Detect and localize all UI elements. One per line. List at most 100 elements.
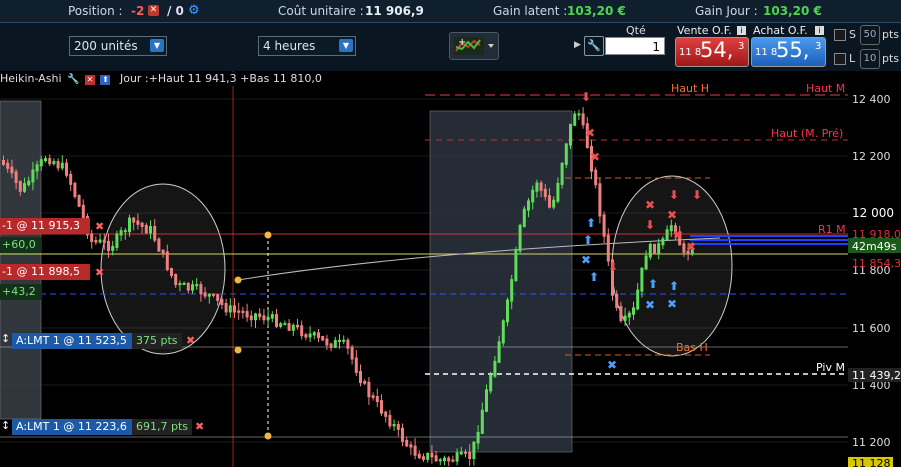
limit-points-input[interactable]: 10 [860, 49, 880, 69]
limit-checkbox[interactable] [834, 53, 846, 65]
candle-body [401, 427, 404, 442]
day-gain-label: Gain Jour : [695, 4, 758, 18]
svg-text:⬇: ⬇ [645, 218, 655, 232]
candle-body [157, 238, 161, 252]
svg-text:✖: ✖ [585, 126, 595, 140]
candle-body [262, 315, 266, 321]
candle-body [27, 180, 31, 186]
candle-body [224, 302, 228, 313]
buy-info-icon[interactable]: i [815, 26, 824, 35]
candle-body [682, 243, 686, 253]
candle-body [18, 181, 22, 192]
candle-body [468, 451, 472, 460]
sell-button[interactable]: 11 8 54, 3 [675, 37, 749, 67]
candle-body [312, 332, 316, 336]
price-chart[interactable]: ⬇ ✖ ✖ ✖ ✖ ⬇ ⬇ ⬇ ✖ ✖ ⬇ ⬆ ✖ ⬆ ⬆ ⬆ ✖ ✖ ✖ ⬆ … [0, 71, 901, 467]
candle-body [107, 240, 110, 251]
chart-type-button[interactable]: + [449, 32, 499, 60]
drag-handle-icon[interactable]: ↕ [1, 332, 10, 345]
pivot-price-label: 11 439,2 [852, 369, 901, 382]
candle-body [556, 182, 560, 202]
chart-indicator-icon: + [454, 37, 494, 55]
candle-body [123, 230, 127, 233]
svg-text:✖: ✖ [673, 228, 683, 242]
close-order-icon[interactable]: ✖ [95, 266, 104, 279]
candle-body [35, 164, 39, 172]
candle-body [317, 332, 320, 339]
drag-handle-icon[interactable]: ↕ [1, 419, 10, 432]
chart-type-label[interactable]: Heikin-Ashi [0, 72, 62, 85]
order-tag[interactable]: -1 @ 11 898,5 [0, 264, 90, 280]
close-order-icon[interactable]: ✖ [95, 220, 104, 233]
limit-order-points: 691,7 pts [132, 419, 192, 435]
stop-points-input[interactable]: 50 [860, 25, 880, 45]
candle-body [636, 289, 640, 310]
candle-body [90, 233, 94, 243]
order-gain: +43,2 [0, 284, 42, 300]
svg-text:✖: ✖ [607, 358, 617, 372]
limit-order-tag[interactable]: A:LMT 1 @ 11 223,6 [12, 419, 132, 435]
buy-price-decimal: 3 [815, 41, 822, 52]
candle-body [434, 455, 438, 462]
position-value: -2 [131, 4, 145, 18]
collapse-arrow-icon[interactable]: ▶ [574, 40, 581, 50]
candle-body [270, 314, 274, 319]
period-select[interactable]: 4 heures ▼ [258, 36, 356, 56]
candle-body [346, 339, 350, 349]
buy-button[interactable]: 11 8 55, 3 [751, 37, 826, 67]
candle-body [279, 323, 283, 327]
candle-body [98, 239, 102, 243]
close-position-icon[interactable]: ✕ [148, 5, 159, 16]
candle-body [485, 389, 488, 412]
close-limit-icon[interactable]: ✖ [195, 420, 204, 433]
sell-price-main: 54, [700, 38, 734, 62]
sell-info-icon[interactable]: i [737, 26, 746, 35]
candle-body [237, 310, 241, 313]
candle-body [338, 339, 341, 342]
limit-order-tag[interactable]: A:LMT 1 @ 11 523,5 [12, 333, 132, 349]
candle-body [165, 251, 169, 271]
settings-gear-icon[interactable]: ⚙ [188, 3, 200, 18]
candle-body [111, 245, 115, 251]
stop-points-unit: pts [882, 28, 900, 41]
candle-body [497, 341, 501, 363]
axis-tick: 12 200 [852, 150, 891, 163]
close-limit-icon[interactable]: ✖ [186, 334, 195, 347]
candle-body [178, 282, 182, 286]
qty-label: Qté [626, 24, 646, 37]
close-chart-icon[interactable]: ✕ [84, 75, 95, 85]
candle-body [170, 268, 173, 276]
svg-text:⬆: ⬆ [648, 277, 658, 291]
wrench-icon[interactable]: 🔧 [584, 36, 604, 56]
candle-body [77, 195, 81, 207]
candle-body [228, 305, 232, 313]
units-select[interactable]: 200 unités ▼ [69, 36, 167, 56]
candle-body [254, 313, 257, 321]
order-tag[interactable]: -1 @ 11 915,3 [0, 218, 90, 234]
popout-icon[interactable]: ⬆ [100, 75, 111, 85]
candle-body [94, 240, 98, 243]
stop-checkbox[interactable] [834, 29, 846, 41]
candle-body [426, 452, 430, 460]
candle-body [380, 400, 383, 414]
svg-text:✖: ✖ [667, 208, 677, 222]
candle-body [52, 161, 56, 165]
candle-body [447, 457, 451, 462]
candle-body [493, 360, 497, 377]
countdown-timer: 42m49s [852, 240, 897, 253]
qty-input[interactable]: 1 [605, 37, 665, 55]
candle-body [69, 173, 73, 185]
haut-m-label: Haut M [806, 82, 845, 95]
candle-body [480, 409, 484, 434]
buy-label: Achat O.F. [753, 24, 808, 37]
candle-body [396, 423, 400, 430]
candle-body [325, 338, 329, 346]
svg-text:⬆: ⬆ [589, 270, 599, 284]
candle-body [619, 305, 623, 322]
candle-body [333, 339, 337, 348]
candle-body [212, 293, 215, 296]
candle-body [476, 431, 480, 444]
candle-body [119, 230, 123, 236]
wrench-icon[interactable]: 🔧 [67, 74, 79, 85]
piv-m-label: Piv M [816, 361, 845, 374]
